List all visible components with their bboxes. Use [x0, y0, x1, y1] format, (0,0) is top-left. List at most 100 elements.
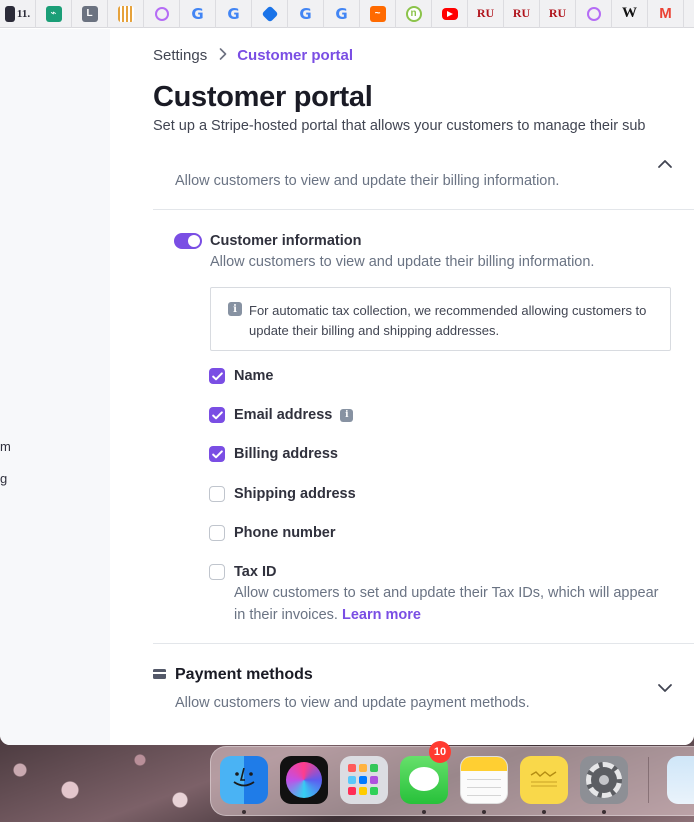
- option-tax-id[interactable]: Tax ID: [209, 562, 276, 582]
- bookmark-item[interactable]: [576, 0, 612, 28]
- checkbox-unchecked[interactable]: [209, 564, 225, 580]
- bookmark-item[interactable]: ⌁: [36, 0, 72, 28]
- checkmark-icon: [211, 449, 223, 458]
- tax-id-description: Allow customers to set and update their …: [234, 582, 664, 626]
- bookmark-item[interactable]: ~: [360, 0, 396, 28]
- chevron-up-icon[interactable]: [656, 157, 674, 171]
- finder-app-icon[interactable]: [220, 756, 268, 804]
- page-description: Set up a Stripe-hosted portal that allow…: [153, 118, 646, 134]
- bookmark-item[interactable]: L: [72, 0, 108, 28]
- gear-icon: [586, 762, 622, 798]
- messages-app-icon[interactable]: [400, 756, 448, 804]
- customer-information-title: Customer information: [210, 233, 362, 249]
- bookmark-item[interactable]: [144, 0, 180, 28]
- learn-more-link[interactable]: Learn more: [342, 607, 421, 623]
- siri-orb: [286, 762, 322, 798]
- info-icon[interactable]: i: [340, 408, 354, 422]
- checkbox-checked[interactable]: [209, 446, 225, 462]
- info-icon: i: [228, 302, 242, 316]
- launchpad-grid: [348, 764, 380, 796]
- breadcrumb-current: Customer portal: [237, 47, 354, 64]
- bookmark-item[interactable]: G: [216, 0, 252, 28]
- bookmark-ring-icon: [154, 6, 169, 21]
- running-indicator: [602, 810, 606, 814]
- option-label: Tax ID: [234, 564, 277, 580]
- bookmark-item[interactable]: W: [612, 0, 648, 28]
- bookmark-item[interactable]: G: [180, 0, 216, 28]
- google-icon: G: [299, 4, 312, 23]
- option-email-address[interactable]: Email address i: [209, 405, 354, 425]
- bookmark-item[interactable]: [108, 0, 144, 28]
- macos-dock: 10: [210, 741, 694, 816]
- option-label: Billing address: [234, 446, 338, 462]
- google-icon: G: [191, 4, 204, 23]
- tax-info-text: For automatic tax collection, we recomme…: [249, 303, 647, 338]
- messages-badge: 10: [429, 741, 451, 763]
- checkbox-unchecked[interactable]: [209, 525, 225, 541]
- sidebar-item-fragment[interactable]: g: [0, 471, 7, 486]
- page-title: Customer portal: [153, 81, 373, 113]
- bookmark-item[interactable]: RU: [504, 0, 540, 28]
- checkmark-icon: [211, 371, 223, 380]
- running-indicator: [542, 810, 546, 814]
- bookmark-item[interactable]: n: [396, 0, 432, 28]
- bookmark-blue-diamond-icon: [261, 5, 278, 22]
- bookmark-item[interactable]: G: [288, 0, 324, 28]
- preview-app-icon[interactable]: [667, 756, 694, 804]
- customer-information-toggle[interactable]: [174, 233, 202, 249]
- option-label: Email address: [234, 407, 333, 423]
- running-indicator: [242, 810, 246, 814]
- bookmark-ring-icon: [586, 6, 601, 21]
- checkbox-checked[interactable]: [209, 407, 225, 423]
- notes-line: [467, 779, 501, 780]
- google-icon: G: [227, 4, 240, 23]
- tax-info-callout: i For automatic tax collection, we recom…: [210, 287, 671, 351]
- bookmark-item[interactable]: [432, 0, 468, 28]
- main-content: Settings Customer portal Customer portal…: [110, 29, 694, 745]
- checkbox-unchecked[interactable]: [209, 486, 225, 502]
- option-label: Phone number: [234, 525, 336, 541]
- option-shipping-address[interactable]: Shipping address: [209, 484, 356, 504]
- payment-methods-title[interactable]: Payment methods: [175, 666, 313, 684]
- ru-icon: RU: [548, 6, 567, 20]
- credit-card-icon: [153, 669, 166, 679]
- running-indicator: [482, 810, 486, 814]
- sidebar-item-fragment[interactable]: m: [0, 439, 11, 454]
- section-divider: [153, 209, 694, 210]
- checkbox-checked[interactable]: [209, 368, 225, 384]
- stickies-app-icon[interactable]: [520, 756, 568, 804]
- siri-app-icon[interactable]: [280, 756, 328, 804]
- youtube-icon: [441, 7, 458, 20]
- option-label: Name: [234, 368, 274, 384]
- option-name[interactable]: Name: [209, 366, 274, 386]
- notes-app-icon[interactable]: [460, 756, 508, 804]
- bookmark-item[interactable]: M: [648, 0, 684, 28]
- payment-methods-description: Allow customers to view and update payme…: [175, 695, 530, 711]
- breadcrumb-settings-link[interactable]: Settings: [153, 47, 207, 64]
- tax-id-description-text: Allow customers to set and update their …: [234, 585, 659, 623]
- wikipedia-icon: W: [622, 5, 637, 21]
- google-icon: G: [335, 4, 348, 23]
- bookmark-item[interactable]: [252, 0, 288, 28]
- bookmark-dark-icon: [4, 5, 15, 22]
- ru-icon: RU: [512, 6, 531, 20]
- billing-section-description: Allow customers to view and update their…: [175, 173, 560, 189]
- bookmark-green-icon: ⌁: [45, 5, 62, 22]
- bookmark-item[interactable]: 11.: [0, 0, 36, 28]
- option-phone-number[interactable]: Phone number: [209, 523, 336, 543]
- toggle-knob: [188, 235, 200, 247]
- notes-header: [461, 757, 507, 771]
- bookmark-item[interactable]: G: [324, 0, 360, 28]
- bookmarks-bar: 11. ⌁ L G G G G ~ n RU RU RU W M: [0, 0, 694, 28]
- notes-line: [467, 787, 501, 788]
- system-preferences-app-icon[interactable]: [580, 756, 628, 804]
- running-indicator: [422, 810, 426, 814]
- gmail-icon: M: [659, 5, 672, 22]
- bookmark-item[interactable]: RU: [540, 0, 576, 28]
- option-billing-address[interactable]: Billing address: [209, 444, 338, 464]
- bookmark-item[interactable]: RU: [468, 0, 504, 28]
- bookmark-grid-icon: [117, 5, 134, 22]
- chevron-down-icon[interactable]: [656, 681, 674, 695]
- dock-separator: [648, 757, 649, 803]
- launchpad-app-icon[interactable]: [340, 756, 388, 804]
